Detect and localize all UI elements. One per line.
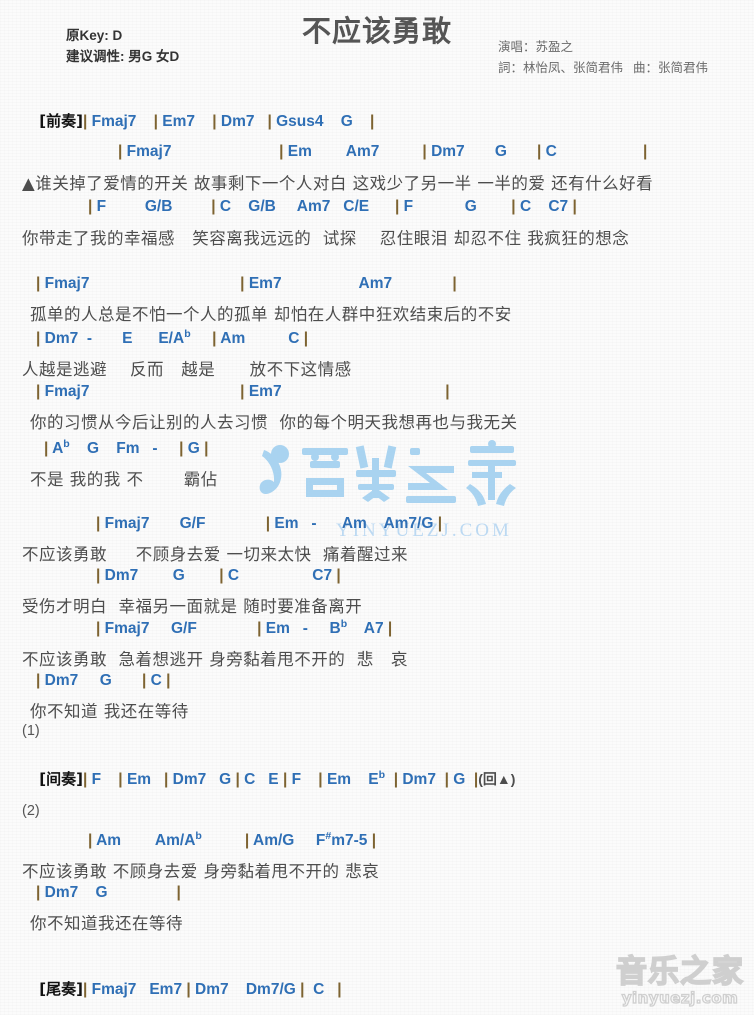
verse1-lyric-2: 你带走了我的幸福感 笑容离我远远的 试探 忍住眼泪 却忍不住 我疯狂的想念 (22, 229, 630, 248)
singer-label: 演唱： (498, 40, 536, 54)
suggested-key-male: 男G (128, 49, 153, 64)
original-key-line: 原Key: D (66, 25, 179, 46)
final-chords-2: | Dm7 G | (36, 884, 181, 901)
verse2-lyric-2: 人越是逃避 反而 越是 放不下这情感 (22, 360, 352, 379)
singer-name: 苏盈之 (535, 40, 574, 54)
lyricist-label: 詞： (498, 61, 524, 75)
intro-chords: | Fmaj7 | Em7 | Dm7 | Gsus4 G | (82, 113, 375, 130)
composer-label: 曲： (633, 61, 659, 75)
chorus2-lyric-1: 不应该勇敢 急着想逃开 身旁黏着甩不开的 悲 哀 (22, 650, 408, 669)
chorus1-lyric-2: 受伤才明白 幸福另一面就是 随时要准备离开 (22, 597, 363, 616)
original-key-value: D (112, 28, 123, 43)
final-lyric-2: 你不知道我还在等待 (30, 914, 183, 933)
credits: 演唱：苏盈之 詞：林怡凤、张简君伟 曲：张简君伟 (498, 37, 708, 79)
outro-line: [尾奏]| Fmaj7 Em7 | Dm7 Dm7/G | C | (22, 960, 754, 1017)
suggested-key-female: 女D (156, 49, 180, 64)
writer-line: 詞：林怡凤、张简君伟 曲：张简君伟 (498, 58, 708, 79)
section-tag-intro: [前奏] (39, 112, 83, 130)
chorus2-chords-2: | Dm7 G | C | (36, 672, 171, 689)
verse2-chords-1: | Fmaj7 | Em7 Am7 | (36, 275, 457, 292)
section-tag-outro: [尾奏] (39, 980, 83, 998)
original-key-label: 原Key: (66, 28, 109, 43)
lyricist-name: 林怡凤、张简君伟 (523, 61, 624, 75)
verse2-chords-2: | Dm7 - E E/Ab | Am C | (36, 327, 309, 347)
composer-name: 张简君伟 (658, 61, 709, 75)
section-tag-interlude: [间奏] (39, 770, 83, 788)
verse3-chords-1: | Fmaj7 | Em7 | (36, 383, 450, 400)
singer-line: 演唱：苏盈之 (498, 37, 708, 58)
outro-chords: | Fmaj7 Em7 | Dm7 Dm7/G | C | (82, 981, 342, 998)
verse1-chords-1: | Fmaj7 | Em Am7 | Dm7 G | C | (118, 143, 648, 160)
repeat-marker-1: (1) (22, 723, 40, 739)
return-marker: (回▲) (478, 771, 516, 787)
interlude-line: [间奏]| F | Em | Dm7 G | C E | F | Em Eb |… (22, 750, 754, 807)
final-chords-1: | Am Am/Ab | Am/G F#m7-5 | (88, 829, 377, 849)
suggested-key-line: 建议调性: 男G 女D (66, 46, 179, 67)
chorus2-lyric-2: 你不知道 我还在等待 (30, 702, 189, 721)
key-info: 原Key: D 建议调性: 男G 女D (66, 25, 179, 67)
final-lyric-1: 不应该勇敢 不顾身去爱 身旁黏着甩不开的 悲哀 (22, 862, 380, 881)
verse1-chords-2: | F G/B | C G/B Am7 C/E | F G | C C7 | (88, 198, 577, 215)
verse1-lyric-1: ▲谁关掉了爱情的开关 故事剩下一个人对白 这戏少了另一半 一半的爱 还有什么好看 (22, 174, 654, 193)
chorus1-chords-2: | Dm7 G | C C7 | (96, 567, 341, 584)
chorus1-lyric-1: 不应该勇敢 不顾身去爱 一切来太快 痛着醒过来 (22, 545, 408, 564)
repeat-marker-2: (2) (22, 803, 40, 819)
intro-line: [前奏]| Fmaj7 | Em7 | Dm7 | Gsus4 G | (22, 92, 754, 149)
suggested-key-label: 建议调性: (66, 49, 125, 64)
verse3-chords-2: | Ab G Fm - | G | (44, 437, 209, 457)
chord-sheet: 不应该勇敢 原Key: D 建议调性: 男G 女D 演唱：苏盈之 詞：林怡凤、张… (0, 0, 754, 1015)
verse2-lyric-1: 孤单的人总是不怕一个人的孤单 却怕在人群中狂欢结束后的不安 (30, 305, 512, 324)
verse3-lyric-1: 你的习惯从今后让别的人去习惯 你的每个明天我想再也与我无关 (30, 413, 518, 432)
verse3-lyric-2: 不是 我的我 不 霸佔 (30, 470, 218, 489)
interlude-chords: | F | Em | Dm7 G | C E | F | Em Eb | Dm7… (82, 768, 479, 788)
chorus1-chords-1: | Fmaj7 G/F | Em - Am Am7/G | (96, 515, 443, 532)
chorus2-chords-1: | Fmaj7 G/F | Em - Bb A7 | (96, 617, 393, 637)
